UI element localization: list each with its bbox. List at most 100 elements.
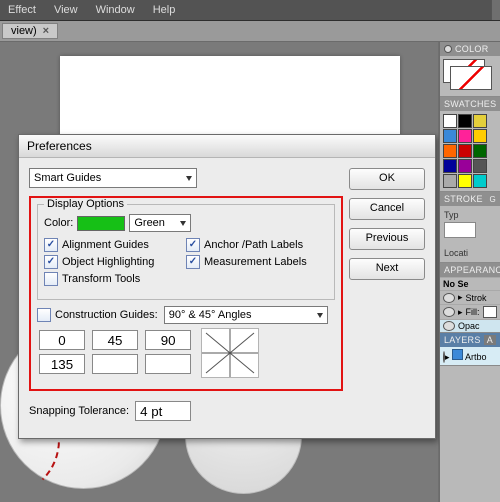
swatch[interactable]	[458, 159, 472, 173]
chevron-down-icon	[186, 176, 192, 181]
section-value: Smart Guides	[34, 172, 101, 184]
caret-icon: ▸	[445, 352, 450, 362]
snap-input[interactable]	[135, 401, 191, 421]
swatches-panel[interactable]: SWATCHES	[440, 97, 500, 192]
panel-kick	[491, 0, 500, 20]
eye-icon[interactable]	[443, 321, 455, 331]
swatch[interactable]	[458, 129, 472, 143]
layers-a[interactable]: A	[484, 335, 496, 345]
angle-inputs	[37, 328, 193, 376]
measure-checkbox[interactable]	[186, 255, 200, 269]
swatch[interactable]	[458, 114, 472, 128]
menu-window[interactable]: Window	[96, 4, 135, 16]
angle-5-input[interactable]	[145, 354, 191, 374]
menu-effect[interactable]: Effect	[8, 4, 36, 16]
angle-2-input[interactable]	[145, 330, 191, 350]
alignment-label: Alignment Guides	[62, 239, 149, 251]
color-dropdown[interactable]: Green	[129, 214, 191, 232]
angle-1-input[interactable]	[92, 330, 138, 350]
swatch[interactable]	[473, 174, 487, 188]
color-panel-title: COLOR	[455, 44, 489, 54]
previous-button[interactable]: Previous	[349, 228, 425, 250]
layer-item-label[interactable]: Artbo	[465, 352, 487, 362]
construction-label: Construction Guides:	[55, 309, 158, 321]
color-value: Green	[134, 217, 165, 229]
panel-dock: COLOR SWATCHES STROKE G Typ Locati APPEAR…	[439, 42, 500, 502]
swatch[interactable]	[443, 144, 457, 158]
tab-label: view)	[11, 25, 37, 37]
stroke-type-label: Typ	[444, 210, 496, 220]
eye-icon[interactable]	[443, 307, 455, 317]
menu-help[interactable]: Help	[153, 4, 176, 16]
stroke-title: STROKE	[444, 194, 483, 204]
swatch[interactable]	[458, 174, 472, 188]
angle-preview-icon	[201, 328, 259, 378]
cancel-button[interactable]: Cancel	[349, 198, 425, 220]
chevron-down-icon	[180, 221, 186, 226]
app-nosel: No Se	[443, 279, 469, 289]
swatches-title: SWATCHES	[444, 99, 496, 109]
dialog-title: Preferences	[19, 135, 435, 158]
preferences-dialog: Preferences Smart Guides Display Options…	[18, 134, 436, 439]
anchor-label: Anchor /Path Labels	[204, 239, 303, 251]
appearance-panel[interactable]: APPEARANCE No Se ▸Strok ▸Fill: Opac	[440, 263, 500, 333]
next-button[interactable]: Next	[349, 258, 425, 280]
app-stroke-label: Strok	[466, 293, 487, 303]
stroke-panel[interactable]: STROKE G Typ Locati	[440, 192, 500, 263]
app-fill-label: Fill:	[466, 307, 480, 317]
angle-3-input[interactable]	[39, 354, 85, 374]
alignment-checkbox[interactable]	[44, 238, 58, 252]
menu-bar: Effect View Window Help	[0, 0, 500, 21]
angles-dropdown[interactable]: 90° & 45° Angles	[164, 306, 328, 324]
anchor-checkbox[interactable]	[186, 238, 200, 252]
highlight-checkbox[interactable]	[44, 255, 58, 269]
display-options-group: Display Options Color: Green Alignment G…	[37, 204, 335, 300]
highlight-label: Object Highlighting	[62, 256, 154, 268]
swatch[interactable]	[443, 129, 457, 143]
highlighted-region: Display Options Color: Green Alignment G…	[29, 196, 343, 391]
swatch[interactable]	[473, 114, 487, 128]
transform-checkbox[interactable]	[44, 272, 58, 286]
swatch[interactable]	[458, 144, 472, 158]
stroke-swatch[interactable]	[444, 222, 476, 238]
app-opac-label: Opac	[458, 321, 480, 331]
transform-label: Transform Tools	[62, 273, 140, 285]
fill-chip[interactable]	[483, 306, 497, 318]
angle-4-input[interactable]	[92, 354, 138, 374]
chevron-down-icon	[317, 313, 323, 318]
swatch-grid	[440, 111, 500, 191]
swatch[interactable]	[443, 174, 457, 188]
caret-icon: ▸	[458, 292, 463, 303]
snap-label: Snapping Tolerance:	[29, 405, 129, 417]
stroke-g: G	[489, 195, 496, 204]
dialog-buttons: OK Cancel Previous Next	[349, 168, 425, 280]
close-icon[interactable]: ×	[43, 25, 49, 37]
swatch[interactable]	[443, 159, 457, 173]
measure-label: Measurement Labels	[204, 256, 307, 268]
stroke-loc-label: Locati	[444, 248, 496, 258]
construction-checkbox[interactable]	[37, 308, 51, 322]
layers-panel[interactable]: LAYERSA ▸ Artbo	[440, 333, 500, 366]
section-dropdown[interactable]: Smart Guides	[29, 168, 197, 188]
menu-view[interactable]: View	[54, 4, 78, 16]
caret-icon: ▸	[458, 307, 463, 318]
swatch[interactable]	[473, 144, 487, 158]
color-swatch	[77, 216, 125, 231]
swatch[interactable]	[473, 159, 487, 173]
color-panel[interactable]: COLOR	[440, 42, 500, 97]
layers-title: LAYERS	[444, 335, 481, 345]
none-fill-icon[interactable]	[443, 59, 485, 83]
swatch[interactable]	[473, 129, 487, 143]
ok-button[interactable]: OK	[349, 168, 425, 190]
swatch[interactable]	[443, 114, 457, 128]
document-tab-bar: view) ×	[0, 21, 500, 42]
dot-icon	[444, 45, 452, 53]
workspace: Preferences Smart Guides Display Options…	[0, 42, 500, 502]
display-options-legend: Display Options	[44, 198, 127, 210]
eye-icon[interactable]	[443, 293, 455, 303]
document-tab[interactable]: view) ×	[2, 23, 58, 39]
color-label: Color:	[44, 217, 73, 229]
angles-value: 90° & 45° Angles	[169, 309, 252, 321]
angle-0-input[interactable]	[39, 330, 85, 350]
appearance-title: APPEARANCE	[444, 265, 500, 275]
